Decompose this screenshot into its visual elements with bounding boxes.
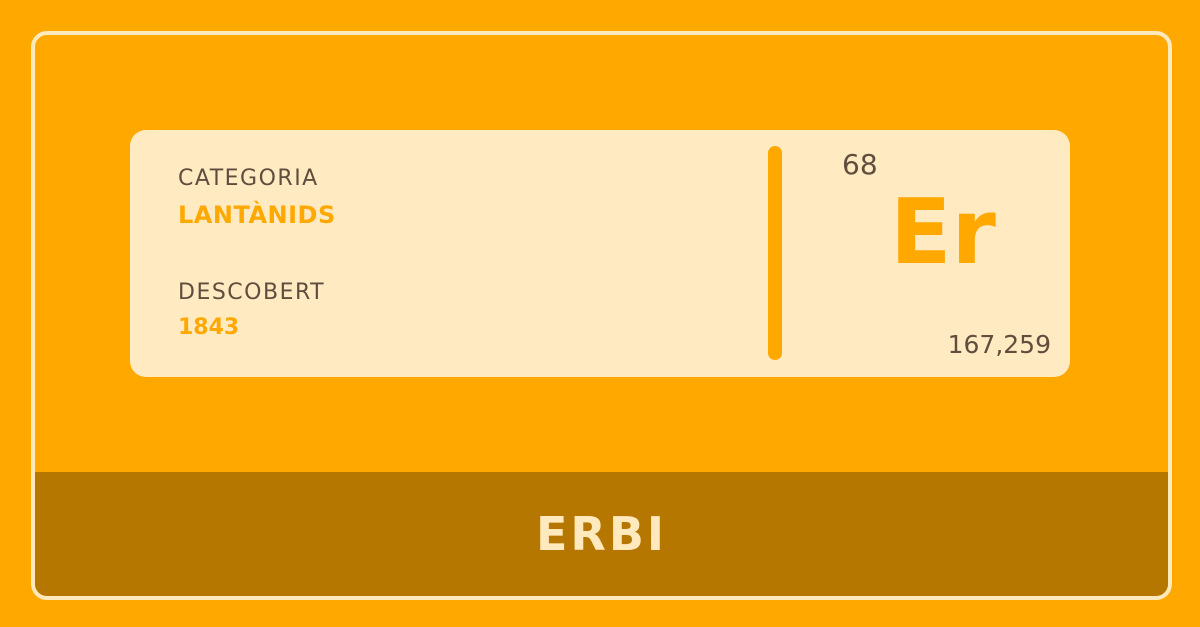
category-label: CATEGORIA bbox=[178, 166, 319, 191]
divider bbox=[768, 146, 782, 360]
atomic-number: 68 bbox=[842, 148, 878, 181]
element-symbol: Er bbox=[890, 180, 996, 285]
element-name-bar: ERBI bbox=[35, 472, 1168, 596]
element-name: ERBI bbox=[535, 507, 668, 561]
atomic-mass: 167,259 bbox=[947, 330, 1051, 359]
element-info-card: CATEGORIA LANTÀNIDS DESCOBERT 1843 68 Er… bbox=[130, 130, 1070, 377]
discovered-value: 1843 bbox=[178, 315, 240, 340]
page: CATEGORIA LANTÀNIDS DESCOBERT 1843 68 Er… bbox=[0, 0, 1200, 627]
category-value: LANTÀNIDS bbox=[178, 201, 336, 229]
discovered-label: DESCOBERT bbox=[178, 280, 326, 305]
element-frame: CATEGORIA LANTÀNIDS DESCOBERT 1843 68 Er… bbox=[31, 31, 1172, 600]
